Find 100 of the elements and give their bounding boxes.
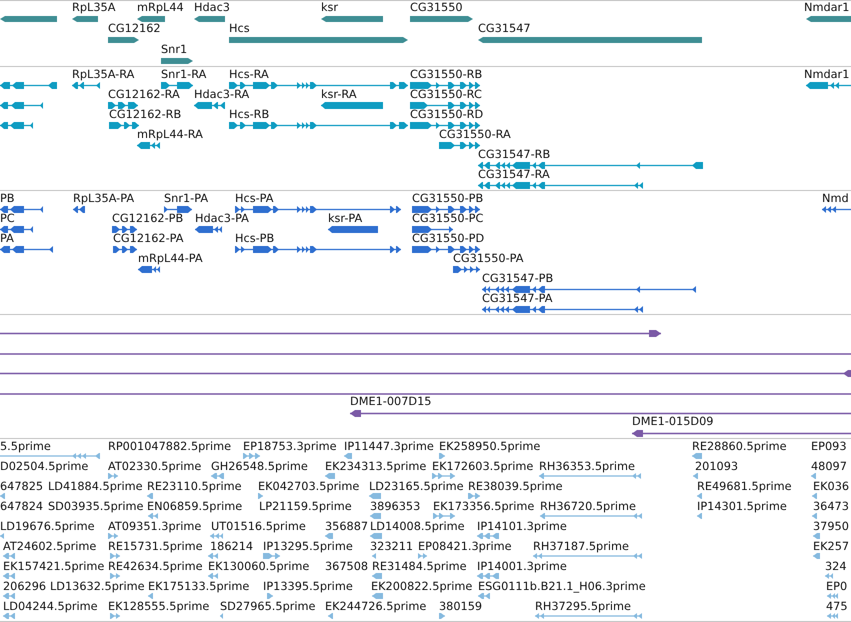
est-label: EK234313.5prime [325, 461, 426, 473]
est-label: EP08421.3prime [418, 541, 512, 553]
est-label: EK258950.5prime [439, 441, 540, 453]
est-label: EP0 [826, 581, 848, 593]
est-label: 356887 [325, 521, 368, 533]
gene-label: RpL35A [72, 2, 116, 14]
protein-label: Nmd [822, 193, 849, 205]
transcript-label: ksr-RA [321, 89, 357, 101]
est-label: 186214 [210, 541, 254, 553]
protein-label: PA [0, 233, 14, 245]
protein-label: CG31547-PA [482, 293, 552, 305]
gene-label: ksr [321, 2, 338, 14]
transcript-label: Hcs-RA [229, 69, 269, 81]
protein-label: ksr-PA [328, 213, 362, 225]
est-label: LD41884.5prime [48, 481, 143, 493]
gene-label: Hcs [229, 23, 250, 35]
protein-label: Hcs-PA [235, 193, 274, 205]
est-label: RH37295.5prime [535, 601, 631, 613]
est-label: EK200822.5prime [371, 581, 472, 593]
transcript-label: CG31547-RA [478, 169, 550, 181]
est-label: 323211 [370, 541, 414, 553]
clone-label: DME1-015D09 [632, 416, 714, 428]
gene-label: Hdac3 [194, 2, 230, 14]
est-label: EK130060.5prime [208, 561, 310, 573]
gene-label: Nmdar1 [804, 2, 850, 14]
est-label: RH37187.5prime [533, 541, 629, 553]
est-label: EK172603.5prime [432, 461, 534, 473]
est-label: D02504.5prime [0, 461, 88, 473]
est-label: RP001047882.5prime [108, 441, 232, 453]
protein-label: CG12162-PB [112, 213, 184, 225]
est-label: EK173356.5prime [433, 501, 534, 513]
est-label: RE31484.5prime [372, 561, 467, 573]
est-label: EP18753.3prime [243, 441, 337, 453]
est-label: IP14101.3prime [477, 521, 567, 533]
est-label: EK175133.5prime [148, 581, 250, 593]
est-label: RE38039.5prime [468, 481, 563, 493]
est-label: LP21159.5prime [259, 501, 352, 513]
est-label: 647825 [0, 481, 44, 493]
transcript-label: RpL35A-RA [72, 69, 134, 81]
protein-label: CG31550-PC [412, 213, 484, 225]
transcript-label: mRpL44-RA [137, 129, 203, 141]
est-label: LD13632.5prime [50, 581, 145, 593]
est-label: LD23165.5prime [369, 481, 464, 493]
est-label: 37950 [813, 521, 849, 533]
est-label: LD19676.5prime [0, 521, 95, 533]
protein-label: RpL35A-PA [73, 193, 134, 205]
protein-label: PC [0, 213, 15, 225]
est-label: 5.5prime [0, 441, 51, 453]
transcript-label: CG31550-RA [439, 129, 511, 141]
est-label: 206296 [3, 581, 46, 593]
est-label: UT01516.5prime [211, 521, 306, 533]
est-label: 324 [825, 561, 847, 573]
est-label: RH36720.5prime [540, 501, 636, 513]
clone-label: DME1-007D15 [350, 396, 432, 408]
gene-label: CG12162 [108, 23, 161, 35]
protein-label: Snr1-PA [164, 193, 208, 205]
est-label: EK036 [813, 481, 850, 493]
est-label: RE28860.5prime [692, 441, 787, 453]
transcript-label: CG12162-RA [108, 89, 180, 101]
transcript-label: Nmdar1 [804, 69, 850, 81]
est-label: LD04244.5prime [3, 601, 98, 613]
est-label: EK042703.5prime [258, 481, 360, 493]
est-label: 647824 [0, 501, 44, 513]
transcript-label: Snr1-RA [161, 69, 206, 81]
est-label: RE23110.5prime [147, 481, 242, 493]
est-label: AT24602.5prime [3, 541, 96, 553]
est-label: IP14301.5prime [697, 501, 787, 513]
est-label: IP11447.3prime [344, 441, 434, 453]
transcript-label: CG12162-RB [109, 109, 182, 121]
est-label: AT02330.5prime [108, 461, 202, 473]
est-label: LD14008.5prime [370, 521, 465, 533]
protein-label: CG31550-PB [412, 193, 484, 205]
gene-label: Snr1 [161, 44, 188, 56]
transcript-label: CG31550-RD [410, 109, 484, 121]
est-label: IP13395.5prime [263, 581, 353, 593]
transcript-label: CG31547-RB [478, 149, 550, 161]
est-label: 3896353 [370, 501, 420, 513]
est-label: EK128555.5prime [108, 601, 210, 613]
protein-label: Hdac3-PA [195, 213, 249, 225]
est-label: SD03935.5prime [48, 501, 144, 513]
transcript-label: CG31550-RB [410, 69, 482, 81]
protein-label: CG31550-PD [412, 233, 484, 245]
est-label: ESG0111b.B21.1_H06.3prime [478, 581, 646, 593]
est-label: 48097 [811, 461, 847, 473]
transcript-label: CG31550-RC [410, 89, 482, 101]
est-label: 36473 [813, 501, 849, 513]
est-label: AT09351.3prime [108, 521, 202, 533]
est-label: 475 [826, 601, 848, 613]
est-label: EK257 [813, 541, 850, 553]
est-label: EK157421.5prime [3, 561, 104, 573]
gene-label: CG31550 [410, 2, 463, 14]
transcript-label: Hcs-RB [229, 109, 270, 121]
est-label: RE49681.5prime [697, 481, 792, 493]
gene-label: CG31547 [478, 23, 531, 35]
protein-label: CG31550-PA [453, 253, 524, 265]
protein-label: CG31547-PB [482, 273, 554, 285]
est-label: IP13295.5prime [263, 541, 353, 553]
est-label: RE42634.5prime [108, 561, 203, 573]
protein-label: PB [0, 193, 15, 205]
protein-label: Hcs-PB [235, 233, 274, 245]
